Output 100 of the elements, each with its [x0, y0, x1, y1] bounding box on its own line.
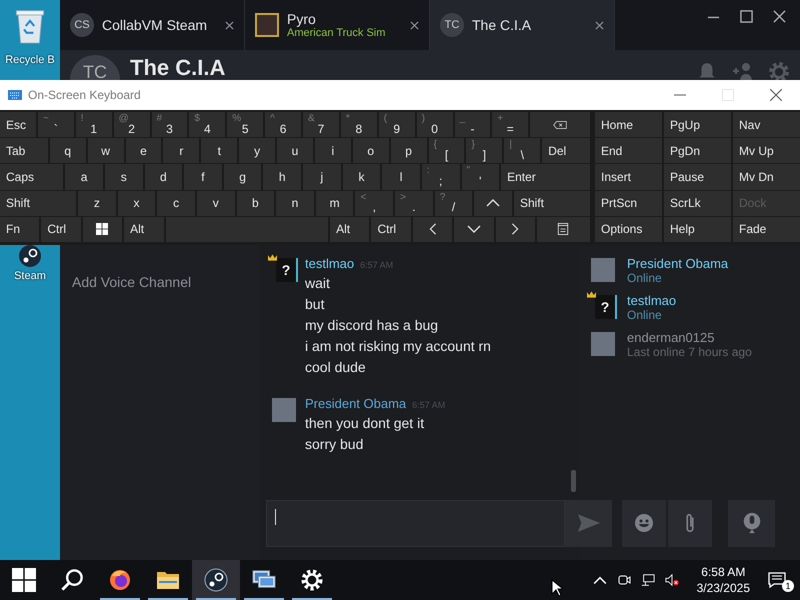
keyboard-key[interactable]: Mv Up: [733, 138, 800, 164]
desktop-icon-label[interactable]: Steam: [14, 270, 46, 282]
keyboard-key[interactable]: | \: [504, 138, 540, 164]
keyboard-key[interactable]: Pause: [664, 164, 731, 190]
steam-logo-icon[interactable]: [204, 568, 228, 592]
keyboard-key[interactable]: q: [50, 138, 86, 164]
keyboard-key[interactable]: [530, 112, 590, 138]
keyboard-key[interactable]: Home: [595, 112, 662, 138]
keyboard-key[interactable]: Mv Dn: [733, 164, 800, 190]
keyboard-key[interactable]: j: [303, 164, 341, 190]
settings-icon[interactable]: [768, 61, 790, 83]
keyboard-key[interactable]: # 3: [152, 112, 188, 138]
keyboard-key[interactable]: o: [352, 138, 389, 164]
keyboard-key[interactable]: [536, 216, 590, 242]
add-voice-channel-link[interactable]: Add Voice Channel: [72, 274, 192, 290]
keyboard-key[interactable]: [82, 216, 122, 242]
member-name[interactable]: President Obama: [627, 256, 728, 271]
close-icon[interactable]: [773, 10, 786, 23]
keyboard-key[interactable]: k: [342, 164, 380, 190]
keyboard-key[interactable]: Fade: [733, 216, 800, 242]
keyboard-key[interactable]: h: [263, 164, 301, 190]
notification-icon[interactable]: [768, 572, 786, 588]
maximize-icon[interactable]: [740, 10, 753, 23]
keyboard-key[interactable]: Esc: [0, 112, 36, 138]
keyboard-key[interactable]: Nav: [733, 112, 800, 138]
message-input[interactable]: [266, 500, 565, 546]
keyboard-key[interactable]: % 5: [227, 112, 264, 138]
chat-tab[interactable]: TC The C.I.A: [430, 0, 615, 50]
keyboard-key[interactable]: PrtScn: [595, 190, 662, 216]
keyboard-key[interactable]: ? /: [434, 190, 472, 216]
keyboard-key[interactable]: _ -: [454, 112, 490, 138]
keyboard-key[interactable]: Shift: [0, 190, 76, 216]
fox-globe-icon[interactable]: [108, 568, 132, 592]
keyboard-key[interactable]: Alt: [124, 216, 164, 242]
keyboard-key[interactable]: > .: [395, 190, 433, 216]
keyboard-key[interactable]: c: [157, 190, 195, 216]
keyboard-key[interactable]: s: [104, 164, 142, 190]
keyboard-key[interactable]: f: [184, 164, 222, 190]
close-icon[interactable]: [770, 89, 782, 101]
keyboard-key[interactable]: u: [277, 138, 313, 164]
keyboard-key[interactable]: z: [78, 190, 116, 216]
message-author[interactable]: testlmao: [305, 256, 354, 271]
keyboard-key[interactable]: w: [88, 138, 124, 164]
search-icon[interactable]: [60, 568, 84, 592]
keyboard-key[interactable]: y: [239, 138, 276, 164]
keyboard-key[interactable]: PgDn: [664, 138, 731, 164]
camera-icon[interactable]: [616, 573, 631, 587]
keyboard-key[interactable]: t: [201, 138, 238, 164]
keyboard-key[interactable]: ) 0: [416, 112, 452, 138]
keyboard-key[interactable]: } ]: [466, 138, 502, 164]
keyboard-key[interactable]: n: [276, 190, 314, 216]
keyboard-key[interactable]: r: [163, 138, 200, 164]
keyboard-key[interactable]: Options: [595, 216, 662, 242]
keyboard-key[interactable]: ScrLk: [664, 190, 731, 216]
keyboard-key[interactable]: ~ `: [38, 112, 74, 138]
keyboard-key[interactable]: v: [196, 190, 235, 216]
keyboard-key[interactable]: $ 4: [189, 112, 226, 138]
keyboard-key[interactable]: " ': [462, 164, 500, 190]
clock-date[interactable]: 3/23/2025: [696, 581, 750, 595]
message-author[interactable]: President Obama: [305, 396, 406, 411]
keyboard-key[interactable]: i: [314, 138, 351, 164]
desktop-icon-label[interactable]: Recycle B: [5, 54, 55, 66]
attach-button[interactable]: [668, 500, 712, 546]
keyboard-key[interactable]: @ 2: [114, 112, 150, 138]
keyboard-key[interactable]: * 8: [340, 112, 377, 138]
scrollbar-thumb[interactable]: [571, 470, 576, 492]
keyboard-key[interactable]: ( 9: [378, 112, 415, 138]
member-name[interactable]: testlmao: [627, 293, 676, 308]
keyboard-key[interactable]: Del: [542, 138, 590, 164]
keyboard-key[interactable]: Tab: [0, 138, 48, 164]
keyboard-key[interactable]: End: [595, 138, 662, 164]
keyboard-key[interactable]: Ctrl: [371, 216, 411, 242]
keyboard-key[interactable]: PgUp: [664, 112, 731, 138]
member-name[interactable]: enderman0125: [627, 330, 752, 345]
keyboard-key[interactable]: p: [390, 138, 427, 164]
voice-button[interactable]: [728, 500, 775, 546]
keyboard-key[interactable]: : ;: [422, 164, 460, 190]
keyboard-key[interactable]: a: [65, 164, 103, 190]
keyboard-key[interactable]: Shift: [514, 190, 590, 216]
keyboard-key[interactable]: { [: [428, 138, 464, 164]
close-icon[interactable]: [410, 20, 419, 30]
keyboard-key[interactable]: ^ 6: [265, 112, 301, 138]
keyboard-key[interactable]: + =: [492, 112, 528, 138]
keyboard-key[interactable]: < ,: [355, 190, 394, 216]
keyboard-key[interactable]: x: [118, 190, 156, 216]
close-icon[interactable]: [225, 20, 234, 30]
keyboard-key[interactable]: ! 1: [76, 112, 112, 138]
network-icon[interactable]: [640, 573, 655, 587]
keyboard-key[interactable]: b: [236, 190, 274, 216]
keyboard-key[interactable]: Alt: [330, 216, 370, 242]
keyboard-key[interactable]: Fn: [0, 216, 40, 242]
keyboard-key[interactable]: e: [126, 138, 162, 164]
steam-logo-icon[interactable]: [18, 244, 42, 268]
keyboard-key[interactable]: l: [382, 164, 420, 190]
keyboard-key[interactable]: d: [144, 164, 182, 190]
emoji-button[interactable]: [622, 500, 666, 546]
clock-time[interactable]: 6:58 AM: [701, 565, 746, 579]
keyboard-key[interactable]: m: [316, 190, 354, 216]
windows-logo-icon[interactable]: [12, 568, 36, 592]
keyboard-key[interactable]: Caps: [0, 164, 64, 190]
